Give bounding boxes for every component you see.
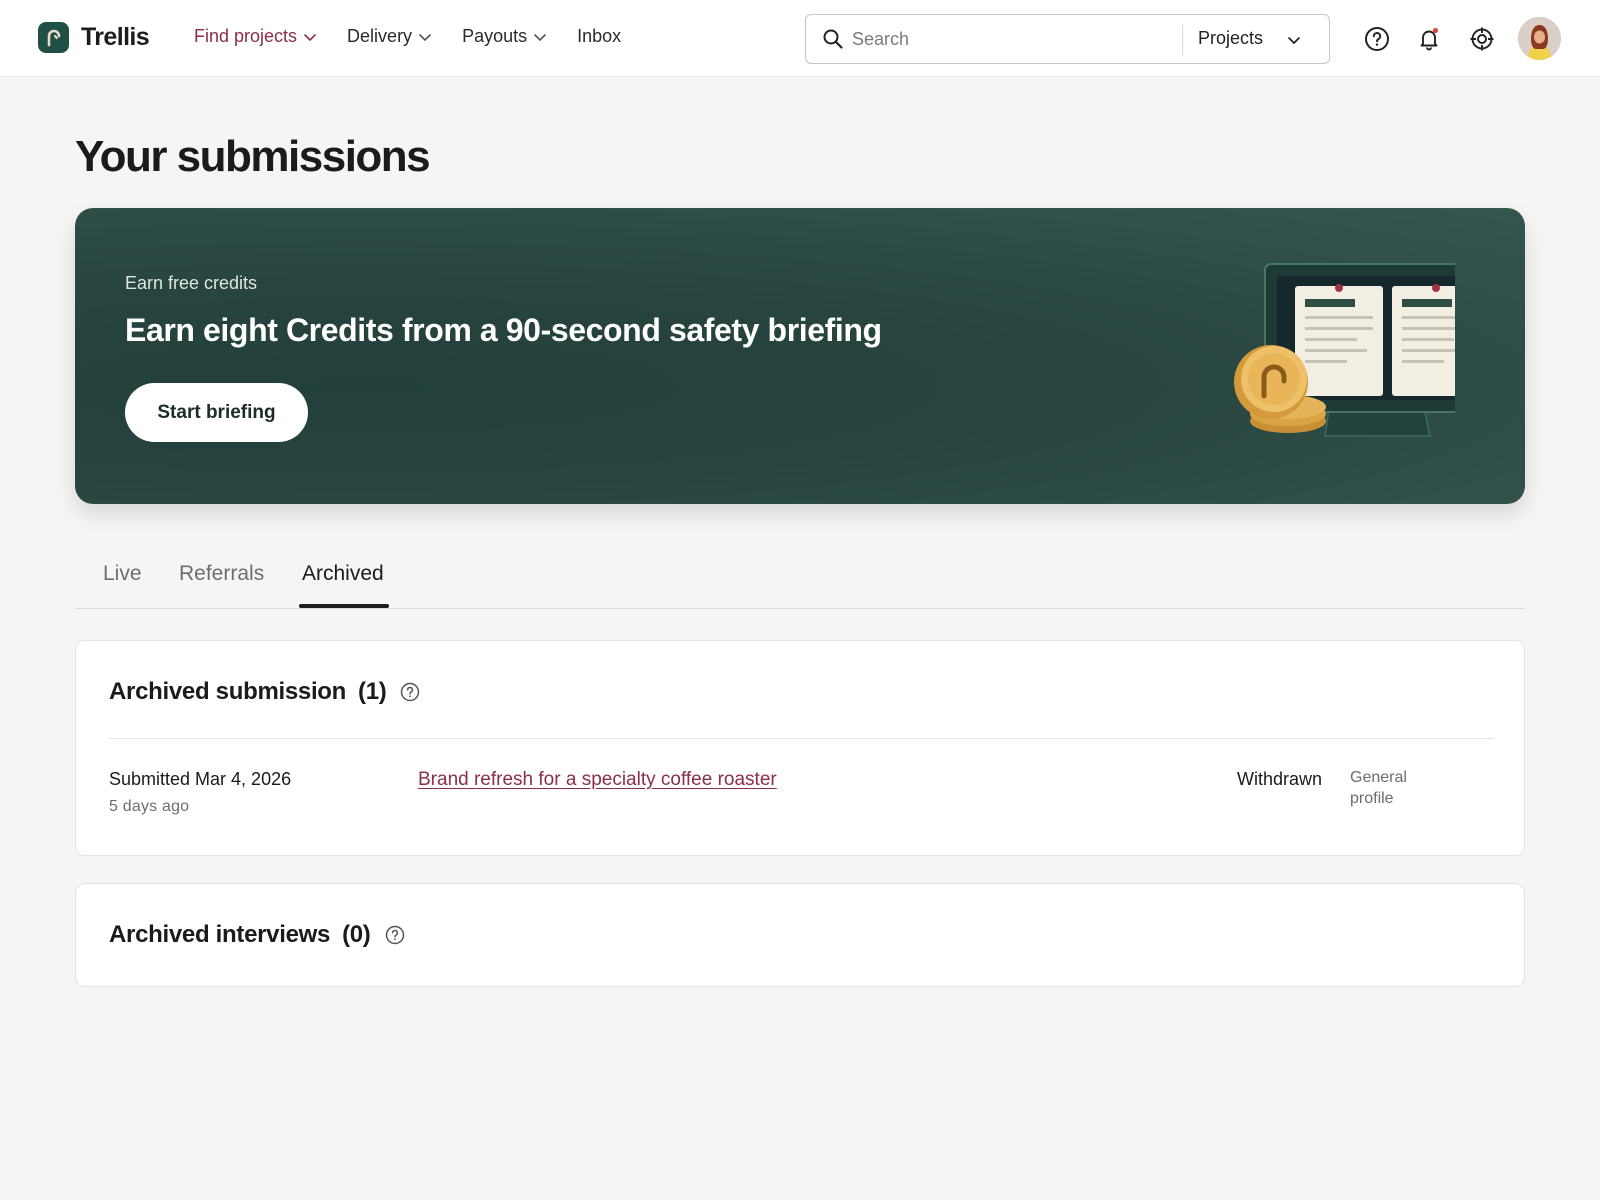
search-input[interactable] <box>852 24 1172 54</box>
avatar[interactable] <box>1518 17 1561 60</box>
main-nav: Find projects Delivery Payouts Inbox <box>194 26 651 47</box>
nav-payouts-label: Payouts <box>462 26 528 46</box>
archived-interviews-card: Archived interviews (0) <box>75 883 1525 987</box>
start-briefing-button[interactable]: Start briefing <box>125 383 308 442</box>
archived-interviews-heading: Archived interviews (0) <box>109 921 405 949</box>
nav-delivery[interactable]: Delivery <box>347 26 432 47</box>
chevron-down-icon <box>304 33 316 41</box>
help-circle-icon[interactable] <box>385 925 405 945</box>
user-photo-icon <box>1518 17 1561 60</box>
bell-icon <box>1420 27 1439 51</box>
help-icon <box>1365 27 1389 51</box>
chevron-down-icon <box>419 33 431 41</box>
nav-inbox-label: Inbox <box>577 26 622 46</box>
submitted-date: Submitted Mar 4, 2026 <box>109 769 292 789</box>
section-title: Archived interviews <box>109 921 331 948</box>
monitor-coin-illustration-icon <box>1234 263 1455 437</box>
settings-button[interactable] <box>1467 24 1497 54</box>
nav-payouts[interactable]: Payouts <box>462 26 547 47</box>
nav-inbox[interactable]: Inbox <box>577 26 621 47</box>
search-scope-select[interactable]: Projects <box>1198 28 1263 49</box>
page-title: Your submissions <box>75 132 431 181</box>
trellis-logo-icon <box>38 22 69 53</box>
archived-submissions-card: Archived submission (1) Submitted Mar 4,… <box>75 640 1525 856</box>
brand[interactable]: Trellis <box>38 22 150 53</box>
active-tab-indicator <box>299 604 389 608</box>
help-button[interactable] <box>1362 24 1392 54</box>
banner-eyebrow: Earn free credits <box>125 273 258 293</box>
banner-title: Earn eight Credits from a 90-second safe… <box>125 312 882 348</box>
search-icon <box>823 29 843 49</box>
promo-banner: Earn free credits Earn eight Credits fro… <box>75 208 1525 504</box>
section-title: Archived submission <box>109 678 347 705</box>
submission-tabs: Live Referrals Archived <box>75 560 1525 609</box>
search-bar: Projects <box>805 14 1330 64</box>
nav-find-projects-label: Find projects <box>194 26 298 46</box>
status-text: Withdrawn <box>1237 769 1323 789</box>
nav-find-projects[interactable]: Find projects <box>194 26 317 47</box>
brand-name: Trellis <box>81 23 150 51</box>
chevron-down-icon <box>534 33 546 41</box>
top-navigation-bar: Trellis Find projects Delivery Payouts I… <box>0 0 1600 77</box>
submitted-relative-time: 5 days ago <box>109 798 190 815</box>
archived-submissions-heading: Archived submission (1) <box>109 678 420 706</box>
nav-delivery-label: Delivery <box>347 26 413 46</box>
section-count: (1) <box>358 678 387 705</box>
card-divider <box>109 738 1494 739</box>
tab-archived[interactable]: Archived <box>302 562 384 586</box>
section-count: (0) <box>342 921 371 948</box>
notifications-button[interactable] <box>1414 24 1444 54</box>
tab-live[interactable]: Live <box>103 562 142 586</box>
project-link[interactable]: Brand refresh for a specialty coffee roa… <box>418 769 777 791</box>
profile-label: General profile <box>1350 769 1407 807</box>
search-divider <box>1182 25 1183 55</box>
target-icon <box>1470 27 1494 51</box>
chevron-down-icon[interactable] <box>1286 32 1302 48</box>
help-circle-icon[interactable] <box>400 682 420 702</box>
tab-referrals[interactable]: Referrals <box>179 562 264 586</box>
